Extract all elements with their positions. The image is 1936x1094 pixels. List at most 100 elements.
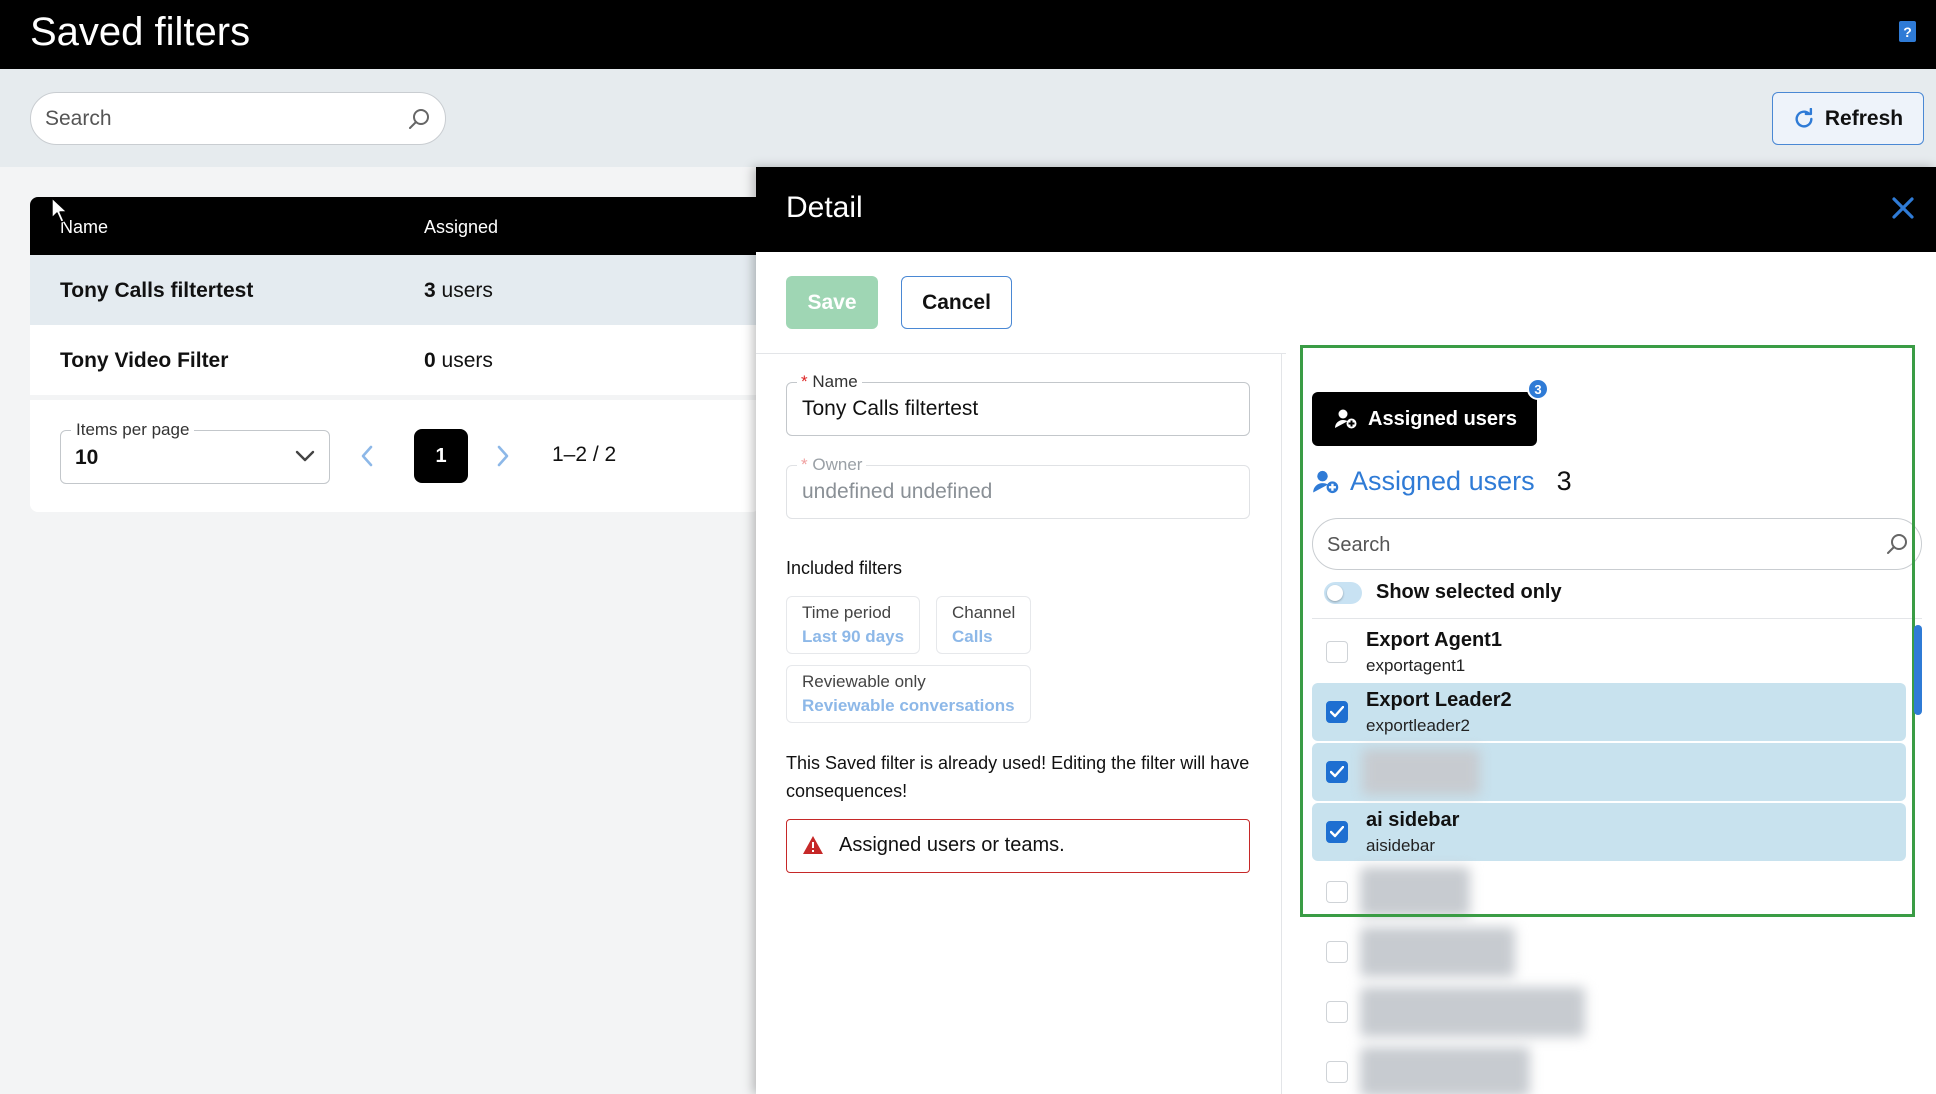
search-icon[interactable] xyxy=(1885,532,1909,556)
search-icon[interactable] xyxy=(407,107,431,131)
divider xyxy=(1281,353,1282,1094)
user-row-ai-sidebar[interactable]: ai sidebar aisidebar xyxy=(1312,803,1906,861)
usage-warning-text: This Saved filter is already used! Editi… xyxy=(786,753,1250,801)
user-checkbox[interactable] xyxy=(1326,1001,1348,1023)
refresh-icon xyxy=(1795,107,1813,128)
user-add-icon xyxy=(1313,470,1339,493)
user-checkbox[interactable] xyxy=(1326,641,1348,663)
page-range: 1–2 / 2 xyxy=(552,443,617,466)
save-button[interactable]: Save xyxy=(786,276,878,329)
user-row-export-agent1[interactable]: Export Agent1 exportagent1 xyxy=(1312,623,1906,681)
table-row[interactable]: Tony Video Filter 0 users xyxy=(30,325,760,395)
assigned-users-tab-label: Assigned users xyxy=(1368,407,1517,430)
refresh-label: Refresh xyxy=(1824,106,1904,130)
check-icon xyxy=(1330,706,1344,718)
show-selected-only-row: Show selected only xyxy=(1324,581,1562,604)
row-name: Tony Video Filter xyxy=(60,349,229,372)
items-per-page-value: 10 xyxy=(75,446,99,469)
validation-error: Assigned users or teams. xyxy=(786,819,1250,873)
user-row-redacted[interactable] xyxy=(1312,743,1906,801)
divider xyxy=(1312,618,1922,619)
redacted-user xyxy=(1360,1047,1530,1094)
warning-icon xyxy=(803,836,823,854)
divider xyxy=(756,353,1286,354)
owner-field-label-text: Owner xyxy=(812,455,863,474)
row-assigned: 3 users xyxy=(424,279,493,303)
table-header: Name Assigned xyxy=(30,197,760,255)
saved-filters-table: Name Assigned Tony Calls filtertest 3 us… xyxy=(30,197,760,395)
table-row[interactable]: Tony Calls filtertest 3 users xyxy=(30,255,760,325)
owner-field-label: * Owner xyxy=(797,455,867,475)
assigned-users-heading-text: Assigned users xyxy=(1350,466,1535,496)
user-row-redacted[interactable] xyxy=(1312,923,1906,981)
user-username: aisidebar xyxy=(1366,836,1435,855)
detail-title: Detail xyxy=(786,191,863,224)
page-title: Saved filters xyxy=(30,10,251,54)
assigned-count-badge: 3 xyxy=(1527,378,1549,400)
owner-field-value: undefined undefined xyxy=(802,480,993,503)
name-field-label: * Name xyxy=(797,372,862,392)
user-row-export-leader2[interactable]: Export Leader2 exportleader2 xyxy=(1312,683,1906,741)
search-box[interactable] xyxy=(30,92,446,145)
validation-error-text: Assigned users or teams. xyxy=(839,834,1065,856)
name-field[interactable]: * Name Tony Calls filtertest xyxy=(786,372,1250,436)
row-assigned-unit: users xyxy=(435,279,493,302)
help-icon[interactable]: ? xyxy=(1899,21,1916,42)
refresh-button[interactable]: Refresh xyxy=(1772,92,1924,145)
user-checkbox[interactable] xyxy=(1326,1061,1348,1083)
user-display-name: Export Agent1 xyxy=(1366,629,1502,651)
user-row-redacted[interactable] xyxy=(1312,983,1906,1041)
user-row-redacted[interactable] xyxy=(1312,1043,1906,1094)
close-icon[interactable] xyxy=(1890,195,1916,221)
cancel-button[interactable]: Cancel xyxy=(901,276,1012,329)
user-checkbox[interactable] xyxy=(1326,821,1348,843)
toggle-knob xyxy=(1327,584,1343,601)
user-checkbox[interactable] xyxy=(1326,881,1348,903)
users-search-box[interactable] xyxy=(1312,518,1922,570)
check-icon xyxy=(1330,766,1344,778)
users-list-scrollbar[interactable] xyxy=(1914,625,1922,715)
items-per-page-select[interactable]: Items per page 10 xyxy=(60,420,330,484)
required-mark: * xyxy=(801,372,808,391)
users-search-input[interactable] xyxy=(1327,529,1867,561)
filter-chip-value: Last 90 days xyxy=(802,627,905,646)
name-field-label-text: Name xyxy=(812,372,858,391)
top-bar: Saved filters ? xyxy=(0,0,1936,69)
column-header-assigned[interactable]: Assigned xyxy=(424,217,498,238)
filter-chip-value: Reviewable conversations xyxy=(802,696,1015,715)
redacted-user xyxy=(1360,987,1585,1037)
name-field-value: Tony Calls filtertest xyxy=(802,397,979,420)
search-bar-area: Refresh xyxy=(0,69,1936,167)
user-username: exportagent1 xyxy=(1366,656,1466,675)
row-assigned-count: 0 xyxy=(424,349,436,372)
row-name: Tony Calls filtertest xyxy=(60,279,254,302)
assigned-users-heading-count: 3 xyxy=(1556,466,1572,496)
filter-chip-reviewable: Reviewable only Reviewable conversations xyxy=(786,665,1031,723)
user-checkbox[interactable] xyxy=(1326,761,1348,783)
required-mark: * xyxy=(801,455,808,474)
filter-chip-key: Reviewable only xyxy=(802,672,926,691)
redacted-user xyxy=(1362,749,1480,795)
show-selected-only-toggle[interactable] xyxy=(1324,581,1362,604)
redacted-user xyxy=(1360,867,1470,917)
row-assigned: 0 users xyxy=(424,349,493,373)
row-assigned-count: 3 xyxy=(424,279,436,302)
filter-chip-key: Time period xyxy=(802,603,892,622)
user-checkbox[interactable] xyxy=(1326,701,1348,723)
chevron-left-icon[interactable] xyxy=(360,445,374,467)
user-add-icon xyxy=(1335,409,1357,429)
check-icon xyxy=(1330,826,1344,838)
filter-chip-value: Calls xyxy=(952,627,993,646)
filter-chip-time-period: Time period Last 90 days xyxy=(786,596,921,654)
search-input[interactable] xyxy=(45,103,395,135)
user-checkbox[interactable] xyxy=(1326,941,1348,963)
chevron-right-icon[interactable] xyxy=(496,445,510,467)
user-row-redacted[interactable] xyxy=(1312,863,1906,921)
items-per-page-label: Items per page xyxy=(71,420,195,440)
assigned-users-panel: Assigned users 3 Assigned users 3 Show s xyxy=(1294,353,1936,1094)
row-assigned-unit: users xyxy=(435,349,493,372)
user-display-name: Export Leader2 xyxy=(1366,689,1512,711)
page-button-current[interactable]: 1 xyxy=(414,429,468,483)
owner-field: * Owner undefined undefined xyxy=(786,455,1250,519)
assigned-users-tab[interactable]: Assigned users xyxy=(1312,392,1537,446)
